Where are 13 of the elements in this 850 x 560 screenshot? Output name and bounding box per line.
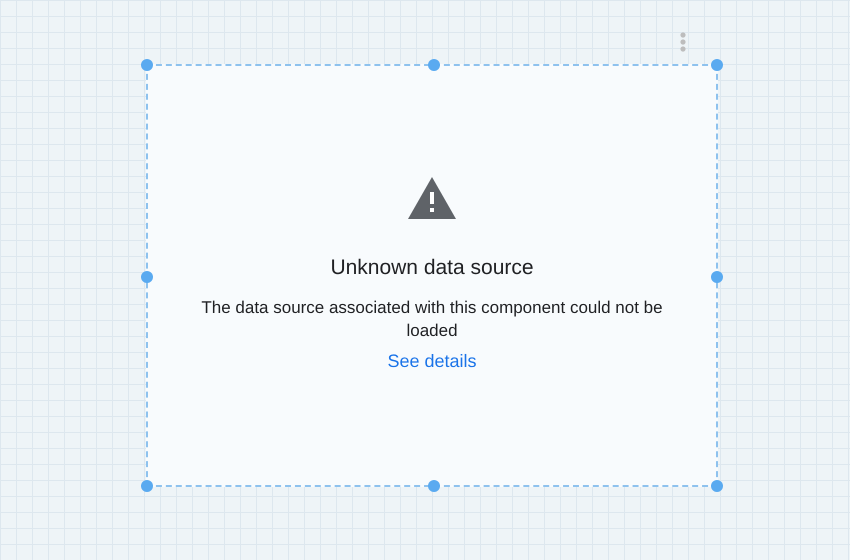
resize-handle[interactable] [141, 480, 153, 492]
warning-icon [407, 176, 457, 220]
resize-handle[interactable] [141, 59, 153, 71]
see-details-link[interactable]: See details [387, 351, 477, 372]
resize-handle[interactable] [141, 271, 153, 283]
resize-handle[interactable] [428, 59, 440, 71]
error-message: The data source associated with this component could not be loaded [200, 297, 664, 342]
resize-handle[interactable] [711, 271, 723, 283]
resize-handle[interactable] [711, 480, 723, 492]
error-title: Unknown data source [330, 256, 534, 280]
more-vert-icon[interactable] [679, 32, 687, 52]
resize-handle[interactable] [428, 480, 440, 492]
resize-handle[interactable] [711, 59, 723, 71]
